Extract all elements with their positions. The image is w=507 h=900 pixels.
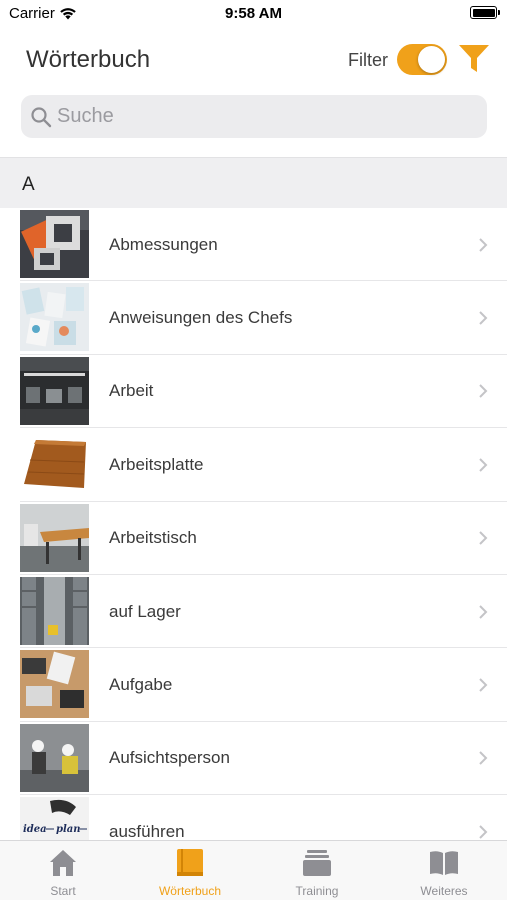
- entry-label: Aufsichtsperson: [109, 748, 230, 768]
- section-header: A: [0, 157, 507, 208]
- book-icon: [177, 849, 203, 876]
- entry-label: Arbeit: [109, 381, 154, 401]
- thumb-text-idea: idea: [23, 824, 47, 835]
- chevron-right-icon: [479, 311, 488, 325]
- list-item[interactable]: Arbeit: [0, 355, 507, 429]
- thumbnail: [20, 283, 89, 352]
- thumbnail: [20, 356, 89, 425]
- thumbnail: [20, 650, 89, 719]
- entry-label: ausführen: [109, 821, 185, 840]
- tab-bar: Start Wörterbuch Training Weiteres: [0, 840, 507, 900]
- list-item[interactable]: Arbeitstisch: [0, 502, 507, 575]
- list-item[interactable]: Aufgabe: [0, 648, 507, 722]
- page-title: Wörterbuch: [26, 46, 151, 73]
- toggle-knob: [418, 46, 445, 73]
- tab-label: Wörterbuch: [158, 884, 222, 898]
- search-bar[interactable]: [21, 95, 487, 138]
- list-item[interactable]: auf Lager: [0, 575, 507, 649]
- entry-label: Abmessungen: [109, 234, 218, 254]
- filter-label: Filter: [348, 50, 388, 70]
- thumbnail: [20, 576, 89, 645]
- entry-label: auf Lager: [109, 601, 181, 621]
- entry-label: Anweisungen des Chefs: [109, 308, 293, 328]
- thumbnail: [20, 503, 89, 572]
- thumbnail: [20, 723, 89, 792]
- chevron-right-icon: [479, 751, 488, 766]
- filter-funnel-icon[interactable]: [458, 44, 490, 74]
- chevron-right-icon: [479, 604, 488, 619]
- search-icon: [31, 107, 52, 128]
- nav-header: Wörterbuch Filter: [0, 28, 507, 92]
- list-item[interactable]: Abmessungen: [0, 208, 507, 282]
- thumb-text-plan: plan: [56, 824, 81, 835]
- list-item[interactable]: Arbeitsplatte: [0, 428, 507, 502]
- chevron-right-icon: [479, 531, 488, 545]
- chevron-right-icon: [479, 458, 488, 472]
- list-item[interactable]: Aufsichtsperson: [0, 722, 507, 796]
- thumbnail: [20, 210, 89, 278]
- chevron-right-icon: [479, 237, 488, 252]
- tab-label: Training: [295, 884, 339, 898]
- thumbnail: idea plan: [20, 797, 89, 840]
- tab-weiteres[interactable]: Weiteres: [381, 841, 507, 900]
- search-input[interactable]: [57, 95, 477, 138]
- thumbnail: [20, 430, 89, 499]
- list-item[interactable]: Anweisungen des Chefs: [0, 281, 507, 355]
- open-book-icon: [430, 851, 458, 875]
- entry-label: Aufgabe: [109, 675, 173, 695]
- tab-start[interactable]: Start: [0, 841, 126, 900]
- section-letter: A: [22, 174, 35, 195]
- home-icon: [50, 850, 76, 876]
- filter-toggle[interactable]: [397, 44, 447, 75]
- status-bar: Carrier 9:58 AM: [0, 0, 507, 28]
- chevron-right-icon: [479, 678, 488, 692]
- battery-icon: [470, 6, 500, 19]
- tab-training[interactable]: Training: [254, 841, 380, 900]
- chevron-right-icon: [479, 384, 488, 399]
- entry-label: Arbeitsplatte: [109, 454, 204, 474]
- chevron-right-icon: [479, 825, 488, 839]
- cards-icon: [303, 850, 331, 876]
- tab-woerterbuch[interactable]: Wörterbuch: [127, 841, 253, 900]
- list-item[interactable]: idea plan ausführen: [0, 795, 507, 840]
- tab-label: Weiteres: [420, 884, 468, 898]
- word-list: Abmessungen Anweisungen des Chefs Arbeit…: [0, 208, 507, 840]
- clock: 9:58 AM: [225, 5, 282, 22]
- entry-label: Arbeitstisch: [109, 528, 197, 548]
- tab-label: Start: [50, 884, 76, 898]
